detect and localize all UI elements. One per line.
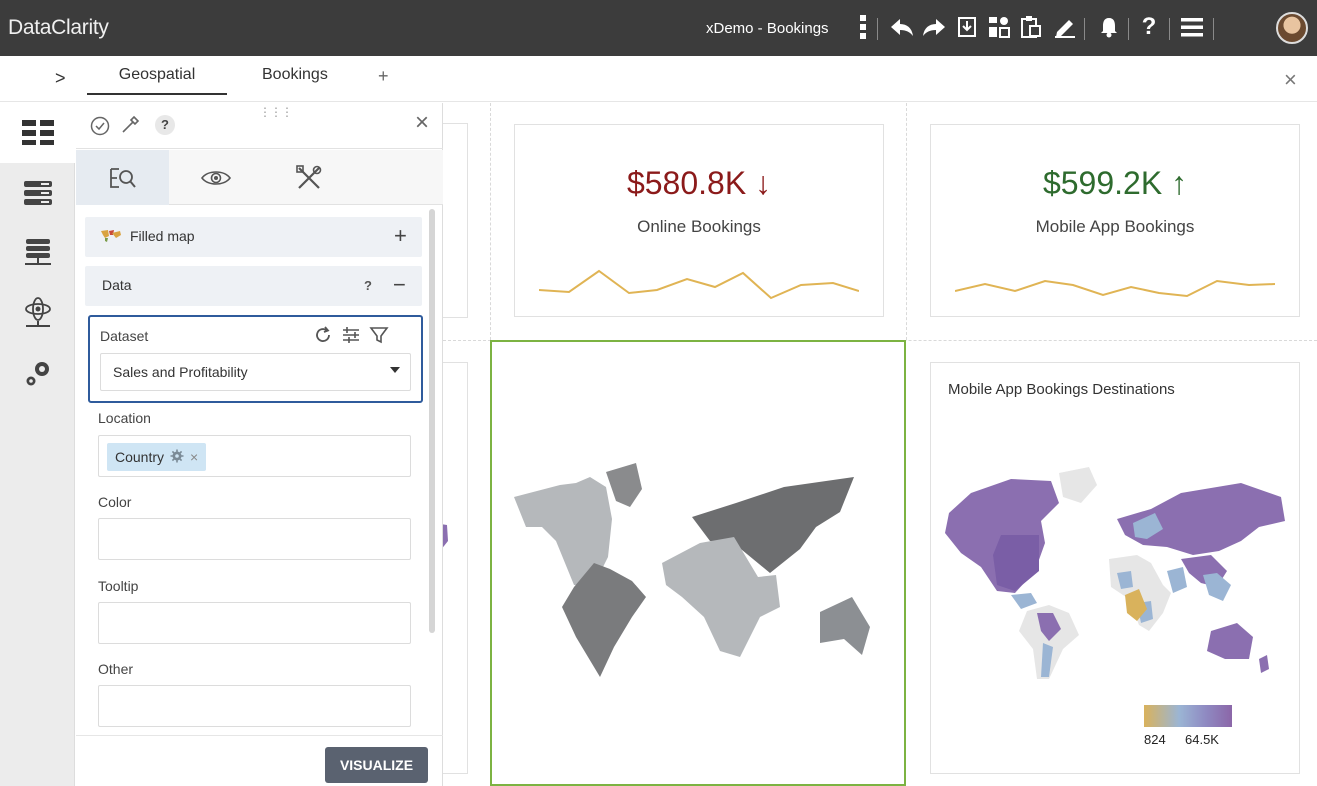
kpi-value: $580.8K ↓ — [626, 165, 772, 201]
dataset-select-value: Sales and Profitability — [113, 364, 248, 380]
view-icon — [200, 170, 231, 185]
panel-header: ? ⋮⋮⋮ × — [76, 103, 443, 149]
filled-map-card-selected[interactable] — [490, 340, 906, 786]
sliders-icon[interactable] — [341, 325, 361, 350]
divider — [76, 735, 443, 736]
gear-icon[interactable] — [170, 449, 184, 466]
other-label: Other — [98, 661, 134, 677]
color-dropzone[interactable] — [98, 518, 411, 560]
toolbar-divider — [1084, 18, 1085, 40]
chip-label: Country — [115, 449, 165, 465]
toolbar-divider — [877, 18, 878, 40]
document-title: xDemo - Bookings — [706, 20, 829, 37]
dashboard-canvas: $580.8K ↓ Online Bookings $599.2K ↑ Mobi… — [433, 103, 1317, 786]
kpi-value: $599.2K ↑ — [1042, 165, 1188, 201]
destinations-map-card[interactable]: Mobile App Bookings Destinations 824 64.… — [930, 362, 1300, 774]
query-icon — [109, 167, 136, 188]
tab-geospatial[interactable]: Geospatial — [87, 66, 227, 95]
tooltip-label: Tooltip — [98, 578, 139, 594]
legend-max-label: 64.5K — [1185, 732, 1219, 747]
help-icon[interactable]: ? — [155, 115, 175, 135]
drag-handle-icon[interactable]: ⋮⋮⋮ — [259, 105, 293, 119]
toolbar-divider — [1169, 18, 1170, 40]
settings-icon[interactable] — [0, 343, 75, 403]
sparkline — [955, 279, 1275, 298]
brand-logo: DataClarity — [8, 16, 109, 39]
save-icon[interactable] — [952, 12, 982, 42]
add-button[interactable]: + — [394, 223, 407, 249]
other-dropzone[interactable] — [98, 685, 411, 727]
models-icon[interactable] — [0, 283, 75, 343]
data-sources-icon[interactable] — [0, 223, 75, 283]
kpi-label: Online Bookings — [637, 217, 761, 236]
visualization-type-label: Filled map — [130, 228, 195, 244]
properties-panel: ? ⋮⋮⋮ × Filled map + Data ? − Dataset Sa… — [76, 103, 443, 786]
close-tab-button[interactable]: × — [1284, 67, 1297, 93]
chip-remove-icon[interactable]: × — [190, 449, 198, 465]
choropleth-world-map — [945, 467, 1285, 679]
edit-icon[interactable] — [1050, 12, 1080, 42]
bell-icon[interactable] — [1094, 12, 1124, 42]
datasets-icon[interactable] — [0, 163, 75, 223]
toolbar-divider — [1213, 18, 1214, 40]
color-label: Color — [98, 494, 132, 510]
redo-icon[interactable] — [919, 12, 949, 42]
chevron-down-icon — [390, 367, 400, 373]
data-help-icon[interactable]: ? — [364, 278, 372, 293]
left-rail — [0, 103, 75, 786]
legend-gradient — [1144, 705, 1232, 727]
tab-bookings[interactable]: Bookings — [262, 66, 328, 84]
panel-tabs — [76, 150, 443, 205]
tab-tools[interactable] — [262, 150, 355, 205]
panel-scrollbar[interactable] — [429, 209, 435, 633]
eyedropper-icon[interactable] — [120, 115, 140, 140]
dataset-highlight: Dataset Sales and Profitability — [88, 315, 423, 403]
sparkline — [539, 269, 859, 300]
widgets-icon[interactable] — [984, 12, 1014, 42]
kpi-card-mobile[interactable]: $599.2K ↑ Mobile App Bookings — [930, 124, 1300, 317]
more-vert-icon[interactable] — [848, 12, 878, 42]
dashboards-icon[interactable] — [0, 103, 75, 163]
kpi-label: Mobile App Bookings — [1035, 217, 1195, 236]
filter-icon[interactable] — [369, 325, 389, 350]
visualization-type-row[interactable]: Filled map + — [85, 217, 422, 257]
refresh-icon[interactable] — [313, 325, 333, 350]
grid-divider — [490, 103, 491, 340]
top-bar: DataClarity xDemo - Bookings ? — [0, 0, 1317, 56]
undo-icon[interactable] — [887, 12, 917, 42]
check-circle-icon[interactable] — [90, 116, 110, 141]
tab-view[interactable] — [169, 150, 262, 205]
legend-min-label: 824 — [1144, 732, 1166, 747]
visualize-button[interactable]: VISUALIZE — [325, 747, 428, 783]
world-map-placeholder — [514, 463, 870, 677]
avatar[interactable] — [1276, 12, 1308, 44]
toolbar-divider — [1128, 18, 1129, 40]
menu-icon[interactable] — [1177, 12, 1207, 42]
close-panel-button[interactable]: × — [415, 109, 429, 137]
location-dropzone[interactable]: Country × — [98, 435, 411, 477]
dataset-label: Dataset — [100, 328, 149, 344]
kpi-card-online[interactable]: $580.8K ↓ Online Bookings — [514, 124, 884, 317]
map-card-title: Mobile App Bookings Destinations — [948, 381, 1175, 398]
add-tab-button[interactable]: + — [378, 66, 389, 87]
data-section-header[interactable]: Data ? − — [85, 266, 422, 306]
location-label: Location — [98, 410, 151, 426]
collapse-button[interactable]: − — [393, 272, 406, 298]
filled-map-icon — [100, 229, 122, 248]
help-icon[interactable]: ? — [1134, 12, 1164, 42]
tab-bar: > Geospatial Bookings + × — [0, 56, 1317, 102]
clipboard-icon[interactable] — [1016, 12, 1046, 42]
tools-icon — [295, 164, 321, 189]
data-section-label: Data — [102, 277, 132, 293]
sidebar-toggle-button[interactable]: > — [55, 68, 66, 89]
tooltip-dropzone[interactable] — [98, 602, 411, 644]
grid-divider — [906, 103, 907, 340]
tab-query[interactable] — [76, 150, 169, 205]
dataset-select[interactable]: Sales and Profitability — [100, 353, 411, 391]
location-chip[interactable]: Country × — [107, 443, 207, 471]
